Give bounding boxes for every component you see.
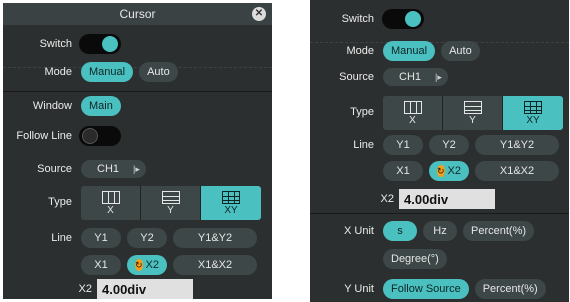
x2-value-field[interactable]: 4.00div <box>97 279 193 299</box>
line-row-1: Line Y1 Y2 Y1&Y2 <box>3 224 272 252</box>
line-y1y2-button[interactable]: Y1&Y2 <box>475 135 559 155</box>
switch-row: Switch <box>310 5 569 33</box>
type-row: Type X Y XY <box>3 186 272 220</box>
type-y-button[interactable]: Y <box>443 96 503 130</box>
x2-value-row: X2 4.00div <box>3 275 272 299</box>
y-unit-percent-button[interactable]: Percent(%) <box>474 279 546 299</box>
switch-toggle[interactable] <box>382 9 424 29</box>
follow-line-toggle[interactable] <box>79 126 121 146</box>
close-icon[interactable]: ✕ <box>252 7 266 21</box>
type-x-button[interactable]: X <box>383 96 443 130</box>
x-unit-degree-button[interactable]: Degree(°) <box>383 249 447 269</box>
x2-value-field[interactable]: 4.00div <box>399 189 495 209</box>
type-y-label: Y <box>469 114 476 126</box>
follow-line-row: Follow Line <box>3 122 272 150</box>
switch-toggle[interactable] <box>79 34 121 54</box>
mode-row: Mode Manual Auto <box>3 58 272 86</box>
x-unit-row: X Unit s Hz Percent(%) <box>310 217 569 245</box>
switch-label: Switch <box>39 38 72 50</box>
line-y1-button[interactable]: Y1 <box>383 135 423 155</box>
source-value: CH1 <box>97 163 120 175</box>
mode-label: Mode <box>44 66 72 78</box>
line-x2-label: X2 <box>447 165 462 177</box>
line-y1y2-button[interactable]: Y1&Y2 <box>173 228 257 248</box>
line-x1-button[interactable]: X1 <box>81 255 121 275</box>
line-label: Line <box>51 232 72 244</box>
x-unit-percent-button[interactable]: Percent(%) <box>463 221 535 241</box>
dropdown-arrow-icon: |▸ <box>435 71 442 82</box>
type-y-label: Y <box>167 204 174 216</box>
y-unit-follow-source-button[interactable]: Follow Source <box>383 279 469 299</box>
cycle-icon: ↻ <box>437 165 445 177</box>
line-y2-button[interactable]: Y2 <box>429 135 469 155</box>
mode-label: Mode <box>346 45 374 57</box>
x2-label: X2 <box>380 193 394 205</box>
line-x2-button[interactable]: ↻ X2 <box>429 161 469 181</box>
type-label: Type <box>48 196 72 208</box>
source-row: Source CH1 |▸ <box>3 155 272 183</box>
switch-label: Switch <box>341 13 374 25</box>
line-x1-button[interactable]: X1 <box>383 161 423 181</box>
window-main-button[interactable]: Main <box>81 96 121 116</box>
line-x2-label: X2 <box>145 259 160 271</box>
y-unit-label: Y Unit <box>344 283 374 295</box>
xy-cursor-icon <box>222 190 240 204</box>
cursor-panel-left: Cursor ✕ Switch Mode Manual Auto Window … <box>3 3 272 299</box>
line-x1x2-button[interactable]: X1&X2 <box>475 161 559 181</box>
source-select[interactable]: CH1 |▸ <box>383 68 448 86</box>
y-cursor-icon <box>161 190 180 204</box>
cycle-icon: ↻ <box>135 259 143 271</box>
type-selector: X Y XY <box>383 96 563 130</box>
source-label: Source <box>339 71 374 83</box>
window-label: Window <box>32 100 72 112</box>
y-unit-row: Y Unit Follow Source Percent(%) <box>310 275 569 302</box>
line-y1-button[interactable]: Y1 <box>81 228 121 248</box>
type-xy-button[interactable]: XY <box>503 96 563 130</box>
x2-label: X2 <box>78 283 92 295</box>
type-selector: X Y XY <box>81 186 261 220</box>
line-label: Line <box>353 139 374 151</box>
line-x2-button[interactable]: ↻ X2 <box>127 255 167 275</box>
type-xy-button[interactable]: XY <box>201 186 261 220</box>
line-row-1: Line Y1 Y2 Y1&Y2 <box>310 131 569 159</box>
type-x-label: X <box>409 114 416 126</box>
type-xy-label: XY <box>224 204 238 216</box>
line-y2-button[interactable]: Y2 <box>127 228 167 248</box>
line-x1x2-button[interactable]: X1&X2 <box>173 255 257 275</box>
mode-manual-button[interactable]: Manual <box>81 62 134 82</box>
x-cursor-icon <box>403 100 422 114</box>
source-row: Source CH1 |▸ <box>310 63 569 91</box>
source-value: CH1 <box>399 71 422 83</box>
xy-cursor-icon <box>524 100 542 114</box>
x-unit-row-2: Degree(°) <box>310 245 569 273</box>
type-y-button[interactable]: Y <box>141 186 201 220</box>
switch-row: Switch <box>3 30 272 58</box>
x-cursor-icon <box>101 190 120 204</box>
source-select[interactable]: CH1 |▸ <box>81 160 146 178</box>
cursor-panel-right: Switch Mode Manual Auto Source CH1 |▸ Ty… <box>310 0 569 302</box>
title-bar: Cursor ✕ <box>3 3 272 25</box>
window-row: Window Main <box>3 92 272 120</box>
type-xy-label: XY <box>526 114 540 126</box>
mode-row: Mode Manual Auto <box>310 37 569 65</box>
mode-auto-button[interactable]: Auto <box>441 41 480 61</box>
divider <box>310 213 569 214</box>
x-unit-label: X Unit <box>344 225 374 237</box>
mode-manual-button[interactable]: Manual <box>383 41 436 61</box>
type-x-label: X <box>107 204 114 216</box>
panel-title: Cursor <box>119 7 156 21</box>
x-unit-s-button[interactable]: s <box>383 221 417 241</box>
source-label: Source <box>37 163 72 175</box>
type-x-button[interactable]: X <box>81 186 141 220</box>
x-unit-hz-button[interactable]: Hz <box>423 221 457 241</box>
mode-auto-button[interactable]: Auto <box>139 62 178 82</box>
y-cursor-icon <box>463 100 482 114</box>
type-label: Type <box>350 106 374 118</box>
type-row: Type X Y XY <box>310 96 569 130</box>
follow-line-label: Follow Line <box>16 130 72 142</box>
x2-value-row: X2 4.00div <box>310 185 569 213</box>
line-row-2: X1 ↻ X2 X1&X2 <box>310 157 569 185</box>
dropdown-arrow-icon: |▸ <box>133 163 140 174</box>
